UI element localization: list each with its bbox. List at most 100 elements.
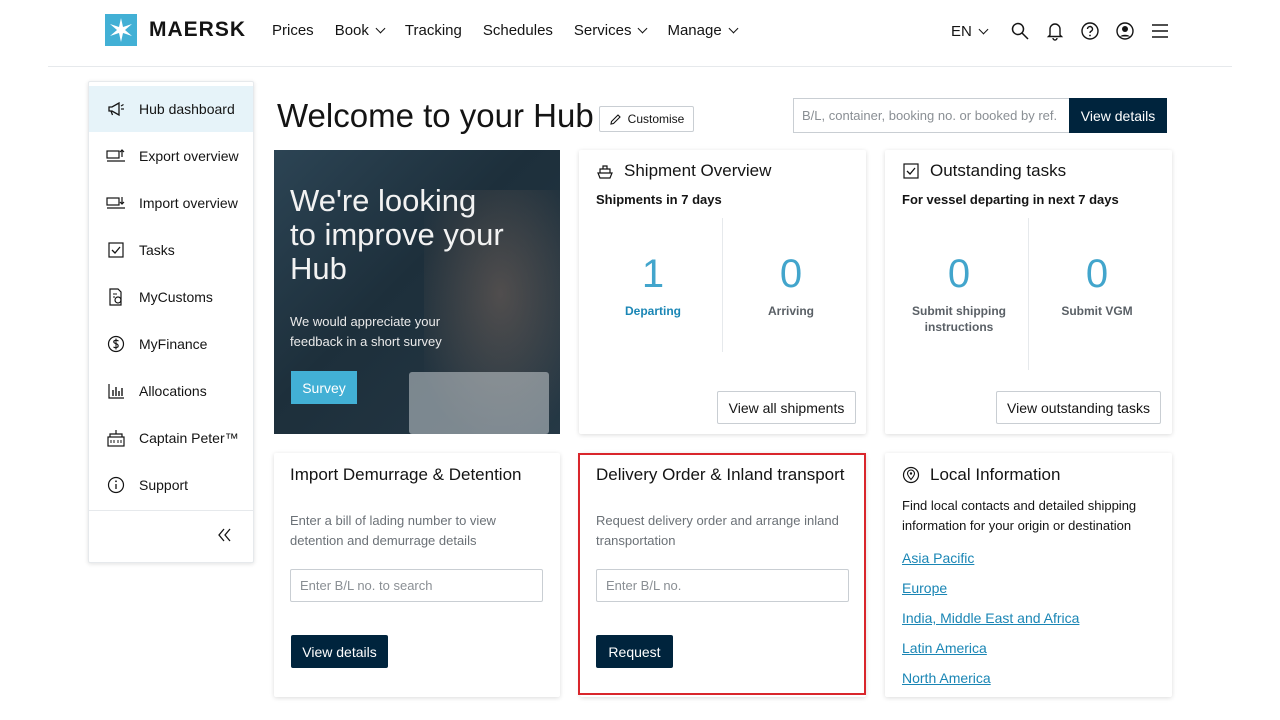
ship-icon — [596, 162, 614, 180]
nav-book[interactable]: Book — [334, 22, 386, 39]
nav-services[interactable]: Services — [573, 22, 648, 39]
sidebar-item-label: MyFinance — [139, 336, 208, 352]
sidebar-item-hub-dashboard[interactable]: Hub dashboard — [89, 86, 253, 132]
sidebar-item-export-overview[interactable]: Export overview — [89, 133, 253, 179]
stat-divider — [722, 218, 723, 352]
nav-manage[interactable]: Manage — [667, 22, 739, 39]
sidebar-item-label: Export overview — [139, 148, 239, 164]
view-outstanding-tasks-button[interactable]: View outstanding tasks — [996, 391, 1161, 424]
sidebar-item-label: Import overview — [139, 195, 238, 211]
sidebar-item-mycustoms[interactable]: MyCustoms — [89, 274, 253, 320]
brand-name: MAERSK — [149, 18, 247, 41]
location-pin-icon — [902, 466, 920, 484]
region-link-latin-america[interactable]: Latin America — [902, 640, 987, 656]
nav-schedules-label: Schedules — [482, 22, 553, 39]
star-icon — [105, 14, 137, 46]
customise-label: Customise — [627, 112, 685, 126]
stat-shipping-instructions-value: 0 — [947, 252, 971, 296]
megaphone-icon — [105, 99, 127, 119]
region-link-asia-pacific[interactable]: Asia Pacific — [902, 550, 974, 566]
language-selector[interactable]: EN — [951, 23, 989, 40]
delivery-order-description: Request delivery order and arrange inlan… — [596, 513, 839, 548]
chevron-down-icon — [638, 23, 648, 34]
sidebar-item-myfinance[interactable]: MyFinance — [89, 321, 253, 367]
checkbox-icon — [902, 162, 920, 180]
sidebar-item-tasks[interactable]: Tasks — [89, 227, 253, 273]
sidebar-item-label: Hub dashboard — [139, 101, 235, 117]
chevron-down-icon — [978, 24, 989, 34]
region-link-europe[interactable]: Europe — [902, 580, 947, 596]
card-title-text: Local Information — [930, 465, 1061, 484]
shipment-overview-title: Shipment Overview — [596, 161, 771, 181]
outstanding-tasks-card: Outstanding tasks For vessel departing i… — [885, 150, 1172, 434]
customise-button[interactable]: Customise — [599, 106, 694, 132]
view-details-button[interactable]: View details — [291, 635, 388, 668]
promo-headline: We're looking to improve your Hub — [290, 183, 504, 286]
local-information-card: Local Information Find local contacts an… — [885, 453, 1172, 697]
page-title: Welcome to your Hub — [277, 97, 594, 134]
region-link-india-middle-east-africa[interactable]: India, Middle East and Africa — [902, 610, 1079, 626]
page: MAERSK Prices Book Tracking Schedules Se… — [0, 0, 1280, 720]
sidebar-item-allocations[interactable]: Allocations — [89, 368, 253, 414]
sidebar-item-label: Captain Peter™ — [139, 430, 239, 446]
local-information-title: Local Information — [902, 465, 1060, 485]
nav-tracking-label: Tracking — [404, 22, 462, 39]
bl-search-input[interactable] — [290, 569, 543, 602]
sidebar-item-import-overview[interactable]: Import overview — [89, 180, 253, 226]
delivery-order-title: Delivery Order & Inland transport — [596, 465, 845, 484]
checkbox-icon — [105, 240, 127, 260]
bar-chart-icon — [105, 381, 127, 401]
sidebar-item-captain-peter[interactable]: Captain Peter™ — [89, 415, 253, 461]
menu-icon[interactable] — [1149, 20, 1171, 42]
pencil-icon — [609, 113, 621, 125]
help-icon[interactable] — [1079, 20, 1101, 42]
survey-promo-card: We're looking to improve your Hub We wou… — [274, 150, 560, 434]
stat-departing-label[interactable]: Departing — [598, 303, 708, 319]
bl-number-input[interactable] — [596, 569, 849, 602]
stat-shipping-instructions-label: Submit shipping instructions — [912, 304, 1006, 334]
sidebar-item-support[interactable]: Support — [89, 462, 253, 508]
survey-button[interactable]: Survey — [291, 371, 357, 404]
chevron-down-icon — [375, 23, 386, 34]
nav-schedules[interactable]: Schedules — [483, 22, 553, 39]
shipment-search-input[interactable] — [793, 98, 1069, 133]
stat-divider — [1028, 218, 1029, 370]
sidebar-item-label: Support — [139, 477, 189, 493]
nav-divider — [48, 66, 1232, 67]
card-subtitle: Shipments in 7 days — [596, 192, 722, 207]
nav-utilities: EN — [951, 20, 1184, 42]
promo-body: We would appreciate your feedback in a s… — [290, 314, 442, 349]
view-details-button[interactable]: View details — [1069, 98, 1167, 133]
stat-arriving-value: 0 — [779, 252, 803, 296]
nav-book-label: Book — [334, 22, 369, 39]
request-button[interactable]: Request — [596, 635, 673, 668]
nav-tracking[interactable]: Tracking — [405, 22, 462, 39]
bell-icon[interactable] — [1044, 20, 1066, 42]
nav-services-label: Services — [573, 22, 632, 39]
card-subtitle: For vessel departing in next 7 days — [902, 192, 1119, 207]
maersk-logo[interactable]: MAERSK — [105, 14, 246, 46]
account-icon[interactable] — [1114, 20, 1136, 42]
search-icon[interactable] — [1009, 20, 1031, 42]
delivery-order-card: Delivery Order & Inland transport Reques… — [580, 453, 866, 697]
region-link-north-america[interactable]: North America — [902, 670, 991, 686]
finance-icon — [105, 334, 127, 354]
chevron-down-icon — [728, 23, 739, 34]
outstanding-tasks-title: Outstanding tasks — [902, 161, 1066, 181]
sidebar-item-label: Tasks — [139, 242, 175, 258]
sidebar: Hub dashboard Export overview Import ove… — [88, 81, 254, 563]
demurrage-detention-card: Import Demurrage & Detention Enter a bil… — [274, 453, 560, 697]
shipment-overview-card: Shipment Overview Shipments in 7 days 1 … — [579, 150, 866, 434]
captain-icon — [105, 428, 127, 448]
stat-vgm-label: Submit VGM — [1061, 304, 1133, 318]
demurrage-title: Import Demurrage & Detention — [290, 465, 522, 484]
view-all-shipments-button[interactable]: View all shipments — [717, 391, 856, 424]
card-title-text: Shipment Overview — [624, 161, 772, 180]
stat-departing-value[interactable]: 1 — [603, 252, 703, 297]
card-title-text: Outstanding tasks — [930, 161, 1067, 180]
nav-prices[interactable]: Prices — [272, 22, 314, 39]
double-chevron-left-icon[interactable] — [215, 526, 233, 544]
export-icon — [105, 146, 127, 166]
customs-icon — [105, 287, 127, 307]
nav-manage-label: Manage — [667, 22, 722, 39]
